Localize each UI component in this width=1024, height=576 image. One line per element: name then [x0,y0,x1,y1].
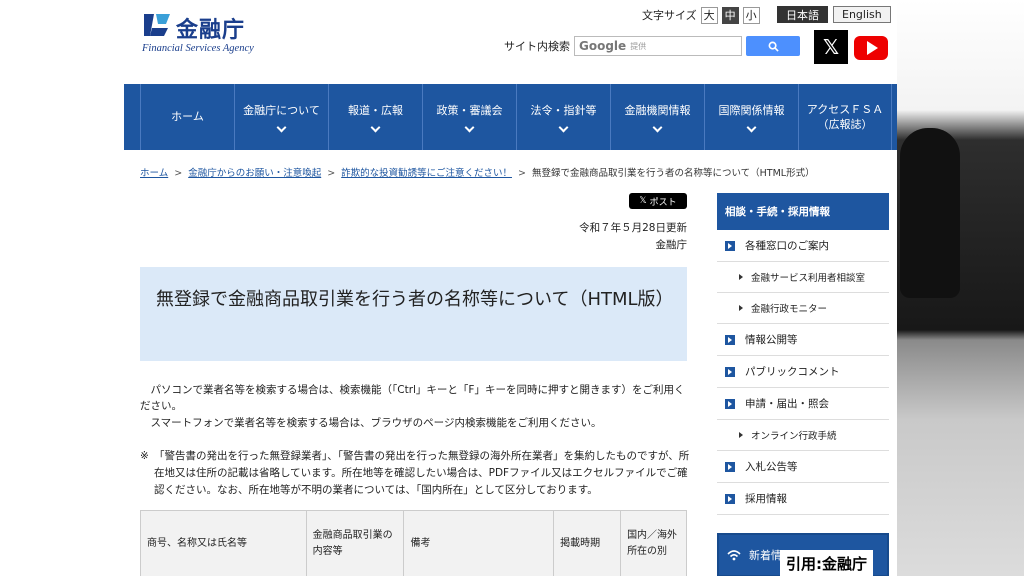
chevron-down-icon [370,122,381,133]
credit-watermark: 引用:金融庁 [780,550,873,576]
arrow-right-icon [725,366,735,377]
x-twitter-button[interactable]: 𝕏 [814,30,848,64]
sidebar-item-recruitment[interactable]: 採用情報 [717,483,889,515]
registry-table: 商号、名称又は氏名等 金融商品取引業の内容等 備考 掲載時期 国内／海外所在の別 [140,510,687,576]
fsa-logo[interactable]: 金融庁 Financial Services Agency [142,10,272,54]
page-title: 無登録で金融商品取引業を行う者の名称等について（HTML版） [156,289,674,310]
sidebar-item-bids[interactable]: 入札公告等 [717,451,889,483]
arrow-right-icon [725,240,735,251]
sidebar-item-disclosure[interactable]: 情報公開等 [717,324,889,356]
updated-date: 令和７年５月28日更新 [579,222,687,234]
arrow-right-icon [725,398,735,409]
backdrop-left [0,0,124,576]
site-search-label: サイト内検索 [504,40,570,53]
search-icon [768,41,779,52]
intro-text: パソコンで業者名等を検索する場合は、検索機能（「Ctrl」キーと「F」キーを同時… [140,382,692,431]
note: ※ 「警告書の発出を行った無登録業者」、「警告書の発出を行った無登録の海外所在業… [140,448,692,498]
col-name: 商号、名称又は氏名等 [140,510,307,576]
sidebar-heading: 相談・手続・採用情報 [717,193,889,230]
x-post-button[interactable]: 𝕏 ポスト [629,193,687,209]
sidebar-item-consumer-desk[interactable]: 金融サービス利用者相談室 [717,262,889,293]
intro-paragraph-pc: パソコンで業者名等を検索する場合は、検索機能（「Ctrl」キーと「F」キーを同時… [140,384,685,413]
chevron-down-icon [276,122,287,133]
rss-feed-icon [727,550,741,561]
x-logo-icon: 𝕏 [639,196,647,206]
sidebar-item-contacts[interactable]: 各種窓口のご案内 [717,230,889,262]
chevron-down-icon [652,122,663,133]
nav-laws[interactable]: 法令・指針等 [516,84,610,150]
x-logo-icon: 𝕏 [822,35,840,59]
logo-text-jp: 金融庁 [176,17,246,43]
breadcrumb-separator: > [327,168,336,179]
breadcrumb-link-home[interactable]: ホーム [140,168,168,179]
intro-paragraph-smartphone: スマートフォンで業者名等を検索する場合は、ブラウザのページ内検索機能をご利用くだ… [150,416,602,429]
nav-institutions[interactable]: 金融機関情報 [610,84,704,150]
lang-japanese-button[interactable]: 日本語 [777,6,828,23]
col-remarks: 備考 [403,510,555,576]
triangle-right-icon [739,274,743,280]
breadcrumb-separator: > [174,168,183,179]
triangle-right-icon [739,305,743,311]
breadcrumb-current: 無登録で金融商品取引業を行う者の名称等について（HTML形式） [531,168,815,179]
nav-international[interactable]: 国際関係情報 [704,84,798,150]
font-size-small-button[interactable]: 小 [742,6,760,24]
font-size-label: 文字サイズ [642,9,697,22]
sidebar-item-online-procedures[interactable]: オンライン行政手続 [717,420,889,451]
sidebar-item-monitor[interactable]: 金融行政モニター [717,293,889,324]
youtube-play-icon [867,41,878,55]
page-author: 金融庁 [655,238,688,251]
nav-policy[interactable]: 政策・審議会 [422,84,516,150]
arrow-right-icon [725,493,735,504]
post-label: ポスト [649,197,677,208]
breadcrumb: ホーム > 金融庁からのお願い・注意喚起 > 詐欺的な投資勧誘等にご注意ください！ > 無登… [140,165,815,179]
search-button[interactable] [746,36,800,56]
language-switch: 日本語 English [777,6,891,23]
nav-press[interactable]: 報道・広報 [328,84,422,150]
global-nav: ホーム 金融庁について 報道・広報 政策・審議会 法令・指針等 金融機関情報 国… [124,84,897,150]
font-size-large-button[interactable]: 大 [700,6,718,24]
lang-english-button[interactable]: English [833,6,891,23]
sidebar-item-public-comment[interactable]: パブリックコメント [717,356,889,388]
font-size-medium-button[interactable]: 中 [721,6,739,24]
news-label: 新着情 [749,549,782,562]
triangle-right-icon [739,432,743,438]
breadcrumb-separator: > [517,168,526,179]
nav-access-fsa[interactable]: アクセスＦＳＡ （広報誌） [798,84,892,150]
font-size-control: 文字サイズ 大 中 小 [642,6,760,24]
note-text: 「警告書の発出を行った無登録業者」、「警告書の発出を行った無登録の海外所在業者」… [154,450,690,496]
page-meta: 令和７年５月28日更新 金融庁 [579,220,687,254]
chevron-down-icon [746,122,757,133]
note-mark: ※ [140,450,149,462]
webpage: 金融庁 Financial Services Agency 文字サイズ 大 中 … [124,0,897,576]
site-search-input[interactable]: Google 提供 [574,36,742,56]
logo-text-en: Financial Services Agency [142,43,254,54]
backdrop-silhouette [900,128,960,298]
chevron-down-icon [464,122,475,133]
col-business: 金融商品取引業の内容等 [305,510,405,576]
sidebar-item-applications[interactable]: 申請・届出・照会 [717,388,889,420]
nav-about[interactable]: 金融庁について [234,84,328,150]
google-provided-label: 提供 [630,41,647,51]
youtube-button[interactable] [854,36,888,60]
table-header-row: 商号、名称又は氏名等 金融商品取引業の内容等 備考 掲載時期 国内／海外所在の別 [140,510,687,576]
breadcrumb-link-fraud[interactable]: 詐欺的な投資勧誘等にご注意ください！ [341,168,512,179]
fsa-logo-mark-icon [144,14,170,36]
sidebar: 相談・手続・採用情報 各種窓口のご案内 金融サービス利用者相談室 金融行政モニタ… [717,193,889,515]
google-logo: Google [579,39,627,53]
arrow-right-icon [725,461,735,472]
arrow-right-icon [725,334,735,345]
breadcrumb-link-notices[interactable]: 金融庁からのお願い・注意喚起 [188,168,321,179]
nav-home[interactable]: ホーム [140,84,234,150]
chevron-down-icon [558,122,569,133]
page-title-box: 無登録で金融商品取引業を行う者の名称等について（HTML版） [140,267,687,361]
col-location: 国内／海外所在の別 [620,510,687,576]
col-period: 掲載時期 [553,510,622,576]
